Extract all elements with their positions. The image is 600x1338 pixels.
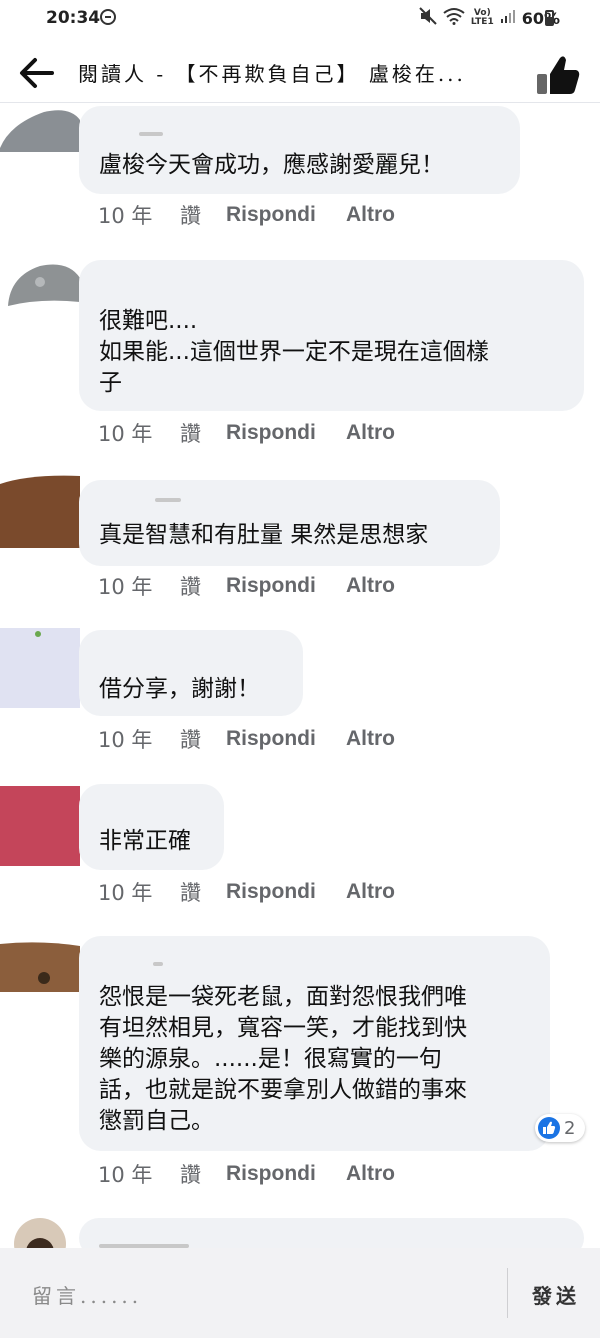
battery-percent: 60% xyxy=(521,8,560,28)
back-arrow-icon xyxy=(20,58,54,88)
commenter-name[interactable] xyxy=(139,132,163,136)
status-indicators: Vo) LTE1 60% xyxy=(419,6,560,30)
avatar[interactable] xyxy=(0,786,80,866)
comment-timestamp: 10 年 xyxy=(98,204,153,228)
comment-actions: 10 年 讚 Rispondi Altro xyxy=(98,1159,395,1189)
comment-text: 借分享，謝謝！ xyxy=(99,676,260,702)
comment-bubble: 怨恨是一袋死老鼠，面對怨恨我們唯 有坦然相見，寬容一笑，才能找到快 樂的源泉。.… xyxy=(79,936,550,1151)
do-not-disturb-icon xyxy=(100,9,116,25)
like-reaction-icon xyxy=(538,1117,560,1139)
avatar[interactable] xyxy=(0,628,80,708)
more-button[interactable]: Altro xyxy=(346,1162,395,1186)
comment-text: 非常正確 xyxy=(99,828,191,854)
comment-timestamp: 10 年 xyxy=(98,728,153,752)
comment-timestamp: 10 年 xyxy=(98,881,153,905)
reaction-count: 2 xyxy=(564,1117,576,1139)
back-button[interactable] xyxy=(18,56,56,90)
comment-actions: 10 年 讚 Rispondi Altro xyxy=(98,877,395,907)
like-comment-button[interactable]: 讚 xyxy=(180,1159,226,1189)
avatar[interactable] xyxy=(0,466,80,548)
comment-text: 真是智慧和有肚量 果然是思想家 xyxy=(99,522,429,548)
more-button[interactable]: Altro xyxy=(346,727,395,751)
comment-composer: 發送 xyxy=(0,1248,600,1338)
like-comment-button[interactable]: 讚 xyxy=(180,571,226,601)
comment-actions: 10 年 讚 Rispondi Altro xyxy=(98,724,395,754)
avatar[interactable] xyxy=(0,940,80,992)
like-comment-button[interactable]: 讚 xyxy=(180,724,226,754)
like-page-button[interactable] xyxy=(534,52,582,96)
reaction-summary[interactable]: 2 xyxy=(535,1114,585,1142)
like-comment-button[interactable]: 讚 xyxy=(180,877,226,907)
comment-text: 很難吧.... 如果能...這個世界一定不是現在這個樣 子 xyxy=(99,308,489,396)
reply-button[interactable]: Rispondi xyxy=(226,421,346,445)
comment-text: 盧梭今天會成功，應感謝愛麗兒！ xyxy=(99,152,444,178)
wifi-icon xyxy=(443,7,465,29)
reply-button[interactable]: Rispondi xyxy=(226,1162,346,1186)
commenter-name[interactable] xyxy=(153,962,163,966)
reply-button[interactable]: Rispondi xyxy=(226,574,346,598)
composer-divider xyxy=(507,1268,508,1318)
reply-button[interactable]: Rispondi xyxy=(226,203,346,227)
avatar[interactable] xyxy=(0,106,80,152)
comment-actions: 10 年 讚 Rispondi Altro xyxy=(98,200,395,230)
network-type: Vo) LTE1 xyxy=(470,8,494,27)
like-comment-button[interactable]: 讚 xyxy=(180,200,226,230)
comment-actions: 10 年 讚 Rispondi Altro xyxy=(98,571,395,601)
send-button[interactable]: 發送 xyxy=(532,1280,580,1309)
comment-bubble: 真是智慧和有肚量 果然是思想家 xyxy=(79,480,500,566)
signal-icon xyxy=(500,8,516,28)
more-button[interactable]: Altro xyxy=(346,203,395,227)
comment-bubble: 盧梭今天會成功，應感謝愛麗兒！ xyxy=(79,106,520,194)
battery-icon xyxy=(545,10,554,26)
status-time: 20:34 xyxy=(46,8,101,28)
commenter-name[interactable] xyxy=(155,498,181,502)
post-header: 閱讀人 - 【不再欺負自己】 盧梭在... xyxy=(0,44,600,103)
page-title: 閱讀人 - 【不再欺負自己】 盧梭在... xyxy=(78,62,466,86)
avatar[interactable] xyxy=(0,262,80,310)
comment-timestamp: 10 年 xyxy=(98,422,153,446)
comment-actions: 10 年 讚 Rispondi Altro xyxy=(98,418,395,448)
comment-input[interactable] xyxy=(30,1280,434,1312)
like-comment-button[interactable]: 讚 xyxy=(180,418,226,448)
more-button[interactable]: Altro xyxy=(346,421,395,445)
comment-bubble: 非常正確 xyxy=(79,784,224,870)
more-button[interactable]: Altro xyxy=(346,574,395,598)
comment-bubble: 很難吧.... 如果能...這個世界一定不是現在這個樣 子 xyxy=(79,260,584,411)
reply-button[interactable]: Rispondi xyxy=(226,880,346,904)
reply-button[interactable]: Rispondi xyxy=(226,727,346,751)
mute-icon xyxy=(419,7,437,29)
comment-text: 怨恨是一袋死老鼠，面對怨恨我們唯 有坦然相見，寬容一笑，才能找到快 樂的源泉。.… xyxy=(99,984,467,1134)
comment-bubble: 借分享，謝謝！ xyxy=(79,630,303,716)
comment-timestamp: 10 年 xyxy=(98,575,153,599)
status-bar: 20:34 Vo) LTE1 60% xyxy=(0,0,600,36)
more-button[interactable]: Altro xyxy=(346,880,395,904)
comment-timestamp: 10 年 xyxy=(98,1163,153,1187)
thumbs-up-icon xyxy=(537,56,580,94)
